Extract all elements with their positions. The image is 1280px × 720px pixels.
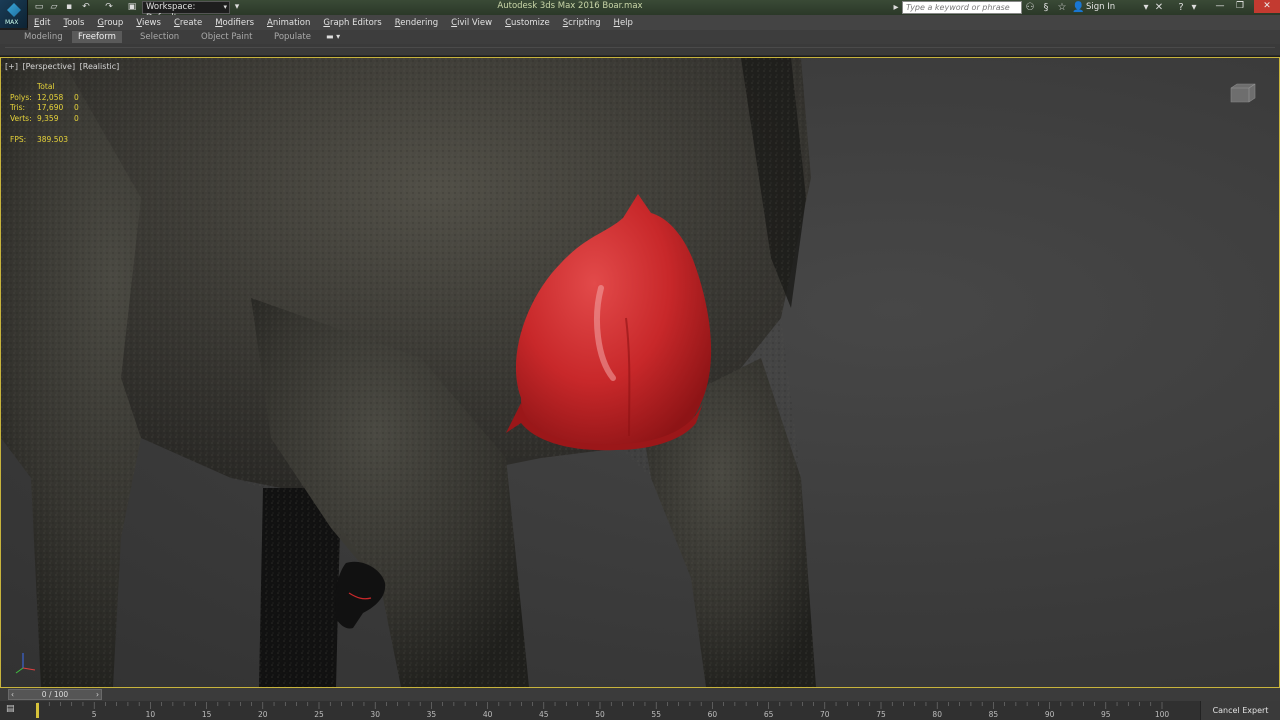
perspective-viewport[interactable]: [+] [Perspective] [Realistic] Total Poly… (0, 57, 1280, 688)
ruler-tick-label: 20 (258, 710, 268, 719)
scene-render[interactable] (1, 58, 1279, 687)
tab-modeling[interactable]: Modeling (18, 31, 69, 43)
menu-help[interactable]: Help (614, 18, 633, 28)
menu-bar: Edit Tools Group Views Create Modifiers … (28, 15, 1280, 30)
title-bar: MAX ▭ ▱ ▪ ↶ ↷ ▣ Workspace: Default ▾ ▾ A… (0, 0, 1280, 28)
ruler-tick-label: 65 (764, 710, 774, 719)
menu-create[interactable]: Create (174, 18, 202, 28)
viewcube-icon[interactable] (1229, 82, 1257, 104)
ruler-tick-label: 45 (539, 710, 549, 719)
mini-curve-editor-icon[interactable]: ▤ (6, 704, 20, 716)
viewport-general-menu[interactable]: [+] (5, 62, 18, 71)
track-bar[interactable]: ▤ 5 10 15 20 25 30 35 40 45 50 55 60 65 70 75 80 85 90 95 1… (0, 701, 1280, 720)
favorites-star-icon[interactable]: ☆ (1056, 1, 1068, 14)
ribbon-divider (5, 47, 1275, 48)
time-cursor[interactable] (36, 703, 39, 718)
tab-object-paint[interactable]: Object Paint (195, 31, 258, 43)
menu-modifiers[interactable]: Modifiers (215, 18, 254, 28)
ruler-tick-label: 30 (370, 710, 380, 719)
ruler-tick-label: 60 (708, 710, 718, 719)
ruler-tick-label: 85 (989, 710, 999, 719)
menu-scripting[interactable]: Scripting (563, 18, 601, 28)
binoculars-icon[interactable]: ⚇ (1024, 1, 1036, 14)
ruler-tick-label: 25 (314, 710, 324, 719)
menu-civil-view[interactable]: Civil View (451, 18, 492, 28)
pin-icon[interactable]: ▸ (890, 1, 902, 14)
ruler-tick-label: 100 (1155, 710, 1170, 719)
user-icon[interactable]: 👤 (1072, 1, 1084, 14)
menu-graph-editors[interactable]: Graph Editors (323, 18, 381, 28)
stats-header: Total (37, 82, 55, 91)
ruler-tick-label: 95 (1101, 710, 1111, 719)
axis-tripod-icon (15, 653, 36, 674)
ruler-tick-label: 15 (202, 710, 212, 719)
help-icon[interactable]: ? (1175, 1, 1187, 14)
sign-in-button[interactable]: Sign In (1086, 1, 1115, 14)
tab-populate[interactable]: Populate (268, 31, 317, 43)
viewport-pov-menu[interactable]: [Perspective] (23, 62, 76, 71)
logo-text: MAX (5, 19, 19, 26)
menu-customize[interactable]: Customize (505, 18, 550, 28)
ruler-tick-label: 75 (876, 710, 886, 719)
ribbon-options-icon[interactable]: ▬ ▾ (326, 32, 340, 41)
menu-tools[interactable]: Tools (63, 18, 84, 28)
ribbon-tab-bar: Modeling Freeform Selection Object Paint… (0, 30, 1280, 44)
ruler-tick-label: 80 (932, 710, 942, 719)
menu-animation[interactable]: Animation (267, 18, 310, 28)
menu-group[interactable]: Group (97, 18, 123, 28)
app-window: MAX ▭ ▱ ▪ ↶ ↷ ▣ Workspace: Default ▾ ▾ A… (0, 0, 1280, 720)
ruler-tick-label: 70 (820, 710, 830, 719)
ruler-tick-label: 10 (146, 710, 156, 719)
tab-selection[interactable]: Selection (134, 31, 185, 43)
restore-button[interactable]: ❐ (1230, 0, 1250, 13)
current-frame: 0 / 100 (41, 690, 69, 699)
frame-ruler[interactable]: 5 10 15 20 25 30 35 40 45 50 55 60 65 70 75 80 85 90 95 100 (30, 701, 1170, 720)
menu-rendering[interactable]: Rendering (395, 18, 438, 28)
3dsmax-logo-icon (7, 3, 21, 17)
ruler-tick-label: 35 (427, 710, 437, 719)
chevron-down-icon[interactable]: ▾ (1140, 1, 1152, 14)
chevron-down-icon[interactable]: ▾ (1188, 1, 1200, 14)
cancel-expert-mode-button[interactable]: Cancel Expert Mode (1200, 701, 1280, 720)
stats-row: Tris: 17,690 0 (10, 103, 79, 112)
exchange-apps-icon[interactable]: ✕ (1153, 1, 1165, 14)
application-menu-button[interactable]: MAX (0, 0, 28, 28)
previous-frame-icon[interactable]: ‹ (11, 690, 14, 699)
tab-freeform[interactable]: Freeform (72, 31, 122, 43)
search-input[interactable]: Type a keyword or phrase (902, 1, 1022, 14)
next-frame-icon[interactable]: › (96, 690, 99, 699)
stats-row: Polys: 12,058 0 (10, 92, 79, 102)
stats-row: Verts: 9,359 0 (10, 113, 79, 123)
close-button[interactable]: ✕ (1254, 0, 1280, 13)
viewport-label-menu[interactable]: [+] [Perspective] [Realistic] (5, 62, 121, 71)
ruler-tick-label: 40 (483, 710, 493, 719)
minimize-button[interactable]: — (1210, 0, 1230, 13)
time-slider[interactable]: ‹ 0 / 100 › (0, 688, 1280, 701)
fps-row: FPS: 389.503 (10, 135, 69, 144)
scene-statistics: Total Polys: 12,058 0 Tris: 17,690 0 Ver… (10, 82, 86, 146)
menu-views[interactable]: Views (136, 18, 161, 28)
ruler-tick-label: 90 (1045, 710, 1055, 719)
viewport-shading-menu[interactable]: [Realistic] (80, 62, 120, 71)
ruler-tick-label: 50 (595, 710, 605, 719)
subscription-icon[interactable]: § (1040, 1, 1052, 14)
time-slider-thumb[interactable]: ‹ 0 / 100 › (8, 689, 102, 700)
ruler-tick-label: 55 (651, 710, 661, 719)
ribbon-panel-collapsed[interactable] (0, 44, 1280, 56)
menu-edit[interactable]: Edit (34, 18, 50, 28)
ruler-tick-label: 5 (92, 710, 97, 719)
